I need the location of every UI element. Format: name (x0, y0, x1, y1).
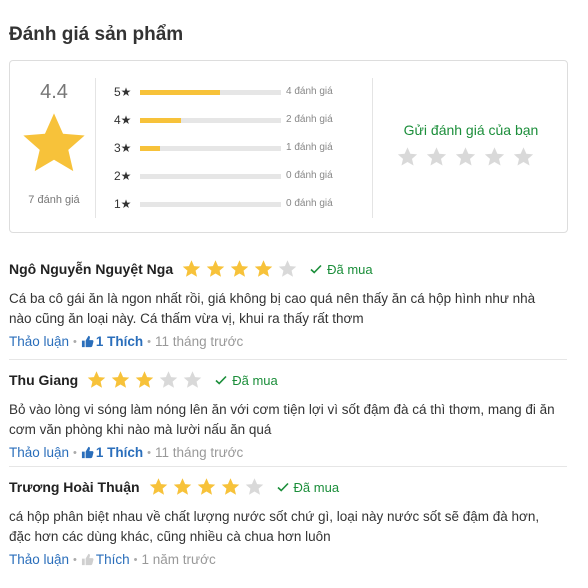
divider (372, 78, 373, 218)
separator-dot: • (133, 553, 138, 566)
bar-fill (140, 146, 160, 151)
bar-label: 3★ (114, 141, 132, 155)
bar-label: 2★ (114, 169, 132, 183)
discuss-link[interactable]: Thảo luận (9, 445, 69, 460)
bar-count: 2 đánh giá (286, 114, 333, 125)
bought-badge: Đã mua (310, 262, 373, 277)
bar-label: 5★ (114, 85, 132, 99)
star-empty-icon (159, 371, 178, 388)
like-button[interactable]: 1 Thích (81, 334, 143, 349)
separator-dot: • (73, 446, 77, 459)
separator-dot: • (147, 446, 152, 459)
empty-star-icon (455, 147, 476, 166)
check-icon (215, 375, 227, 385)
thumbs-up-icon (81, 446, 94, 459)
star-filled-icon (149, 478, 167, 495)
separator-dot: • (73, 335, 77, 348)
divider (9, 359, 567, 360)
bar-label: 1★ (114, 197, 132, 211)
star-icon (23, 113, 85, 172)
write-review-link[interactable]: Gửi đánh giá của bạn (373, 122, 569, 138)
discuss-link[interactable]: Thảo luận (9, 552, 69, 567)
review-item: Ngô Nguyễn Nguyệt Nga Đã mua Cá ba cô gá… (9, 258, 567, 349)
divider (95, 78, 96, 218)
star-filled-icon (221, 478, 239, 495)
discuss-link[interactable]: Thảo luận (9, 334, 69, 349)
like-button[interactable]: Thích (81, 552, 130, 567)
section-title: Đánh giá sản phẩm (9, 24, 184, 45)
reviewer-name: Ngô Nguyễn Nguyệt Nga (9, 261, 174, 277)
bought-badge: Đã mua (215, 373, 278, 388)
star-filled-icon (206, 260, 225, 277)
review-item: Trương Hoài Thuận Đã mua cá hộp phân biệ… (9, 476, 567, 567)
bought-badge: Đã mua (276, 480, 339, 495)
bar-count: 0 đánh giá (286, 170, 333, 181)
rate-stars[interactable] (396, 146, 535, 168)
empty-star-icon (426, 147, 447, 166)
reviewer-name: Thu Giang (9, 372, 79, 388)
bar-count: 1 đánh giá (286, 142, 333, 153)
thumbs-up-icon (81, 553, 94, 566)
bar-track (140, 146, 281, 151)
star-filled-icon (87, 371, 106, 388)
bar-fill (140, 118, 181, 123)
separator-dot: • (147, 335, 152, 348)
bar-track (140, 90, 281, 95)
bar-track (140, 118, 281, 123)
review-time: 11 tháng trước (155, 445, 244, 460)
review-text: cá hộp phân biệt nhau về chất lượng nước… (9, 509, 540, 544)
review-rating (86, 370, 203, 390)
empty-star-icon (397, 147, 418, 166)
thumbs-up-icon (81, 335, 94, 348)
review-text: Cá ba cô gái ăn là ngon nhất rồi, giá kh… (9, 291, 536, 326)
review-time: 1 năm trước (141, 552, 216, 567)
bar-label: 4★ (114, 113, 132, 127)
empty-star-icon (513, 147, 534, 166)
total-reviews: 7 đánh giá (28, 194, 80, 206)
average-rating: 4.4 (40, 81, 68, 103)
check-icon (310, 264, 322, 274)
bar-count: 4 đánh giá (286, 86, 333, 97)
bar-track (140, 202, 281, 207)
star-empty-icon (245, 478, 263, 495)
rating-summary: 4.4 7 đánh giá 5★ 4 đánh giá 4★ 2 đánh giá 3… (9, 60, 568, 233)
divider (9, 466, 567, 467)
bar-count: 0 đánh giá (286, 198, 333, 209)
review-text: Bỏ vào lòng vi sóng làm nóng lên ăn với … (9, 402, 555, 437)
review-item: Thu Giang Đã mua Bỏ vào lòng vi sóng làm… (9, 369, 567, 460)
star-filled-icon (135, 371, 154, 388)
bar-fill (140, 90, 221, 95)
star-filled-icon (173, 478, 191, 495)
star-filled-icon (182, 260, 201, 277)
like-button[interactable]: 1 Thích (81, 445, 143, 460)
review-rating (148, 477, 265, 497)
separator-dot: • (73, 553, 77, 566)
bar-track (140, 174, 281, 179)
check-icon (276, 482, 289, 492)
star-empty-icon (278, 260, 297, 277)
star-filled-icon (254, 260, 273, 277)
empty-star-icon (484, 147, 505, 166)
review-rating (181, 259, 298, 279)
star-filled-icon (111, 371, 130, 388)
star-filled-icon (230, 260, 249, 277)
star-empty-icon (183, 371, 202, 388)
star-filled-icon (197, 478, 215, 495)
review-time: 11 tháng trước (155, 334, 244, 349)
reviewer-name: Trương Hoài Thuận (9, 479, 140, 495)
